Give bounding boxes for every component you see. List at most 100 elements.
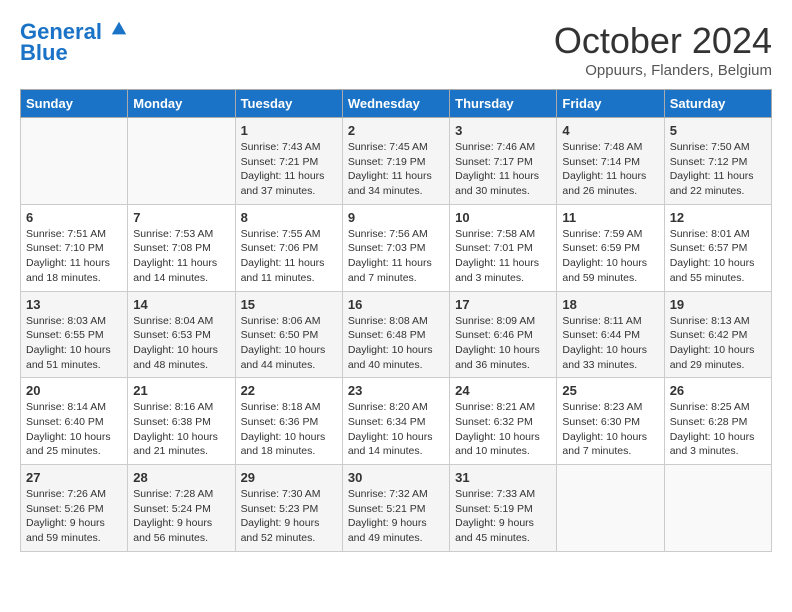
day-info: Sunrise: 7:51 AM Sunset: 7:10 PM Dayligh… <box>26 227 122 286</box>
day-number: 6 <box>26 210 122 225</box>
calendar-cell: 2 Sunrise: 7:45 AM Sunset: 7:19 PM Daylig… <box>342 118 449 205</box>
calendar-cell: 14 Sunrise: 8:04 AM Sunset: 6:53 PM Dayli… <box>128 291 235 378</box>
day-number: 20 <box>26 383 122 398</box>
day-info: Sunrise: 7:55 AM Sunset: 7:06 PM Dayligh… <box>241 227 337 286</box>
calendar-cell: 6 Sunrise: 7:51 AM Sunset: 7:10 PM Daylig… <box>21 204 128 291</box>
day-number: 8 <box>241 210 337 225</box>
day-info: Sunrise: 8:23 AM Sunset: 6:30 PM Dayligh… <box>562 400 658 459</box>
day-number: 13 <box>26 297 122 312</box>
day-info: Sunrise: 8:06 AM Sunset: 6:50 PM Dayligh… <box>241 314 337 373</box>
day-number: 27 <box>26 470 122 485</box>
day-number: 23 <box>348 383 444 398</box>
day-number: 22 <box>241 383 337 398</box>
day-number: 3 <box>455 123 551 138</box>
calendar-cell: 27 Sunrise: 7:26 AM Sunset: 5:26 PM Dayli… <box>21 465 128 552</box>
calendar-cell: 7Sunrise: 7:53 AM Sunset: 7:08 PM Daylig… <box>128 204 235 291</box>
calendar-week-row: 6 Sunrise: 7:51 AM Sunset: 7:10 PM Daylig… <box>21 204 772 291</box>
day-number: 9 <box>348 210 444 225</box>
day-info: Sunrise: 7:58 AM Sunset: 7:01 PM Dayligh… <box>455 227 551 286</box>
calendar-cell: 23 Sunrise: 8:20 AM Sunset: 6:34 PM Dayli… <box>342 378 449 465</box>
calendar-cell: 8 Sunrise: 7:55 AM Sunset: 7:06 PM Daylig… <box>235 204 342 291</box>
calendar-cell: 28Sunrise: 7:28 AM Sunset: 5:24 PM Dayli… <box>128 465 235 552</box>
day-info: Sunrise: 7:50 AM Sunset: 7:12 PM Dayligh… <box>670 140 766 199</box>
day-number: 24 <box>455 383 551 398</box>
weekday-header-cell: Thursday <box>450 90 557 118</box>
day-info: Sunrise: 8:01 AM Sunset: 6:57 PM Dayligh… <box>670 227 766 286</box>
day-info: Sunrise: 7:32 AM Sunset: 5:21 PM Dayligh… <box>348 487 444 546</box>
calendar-week-row: 20 Sunrise: 8:14 AM Sunset: 6:40 PM Dayli… <box>21 378 772 465</box>
month-title: October 2024 <box>554 20 772 62</box>
day-number: 26 <box>670 383 766 398</box>
day-number: 17 <box>455 297 551 312</box>
day-info: Sunrise: 8:08 AM Sunset: 6:48 PM Dayligh… <box>348 314 444 373</box>
day-number: 15 <box>241 297 337 312</box>
title-block: October 2024 Oppuurs, Flanders, Belgium <box>554 20 772 79</box>
day-info: Sunrise: 7:48 AM Sunset: 7:14 PM Dayligh… <box>562 140 658 199</box>
day-info: Sunrise: 7:56 AM Sunset: 7:03 PM Dayligh… <box>348 227 444 286</box>
day-info: Sunrise: 7:45 AM Sunset: 7:19 PM Dayligh… <box>348 140 444 199</box>
calendar-cell: 12 Sunrise: 8:01 AM Sunset: 6:57 PM Dayli… <box>664 204 771 291</box>
day-number: 29 <box>241 470 337 485</box>
calendar-cell: 22 Sunrise: 8:18 AM Sunset: 6:36 PM Dayli… <box>235 378 342 465</box>
calendar-cell <box>557 465 664 552</box>
day-info: Sunrise: 7:33 AM Sunset: 5:19 PM Dayligh… <box>455 487 551 546</box>
day-info: Sunrise: 8:11 AM Sunset: 6:44 PM Dayligh… <box>562 314 658 373</box>
day-info: Sunrise: 8:14 AM Sunset: 6:40 PM Dayligh… <box>26 400 122 459</box>
day-info: Sunrise: 8:13 AM Sunset: 6:42 PM Dayligh… <box>670 314 766 373</box>
calendar-cell: 21 Sunrise: 8:16 AM Sunset: 6:38 PM Dayli… <box>128 378 235 465</box>
calendar-table: SundayMondayTuesdayWednesdayThursdayFrid… <box>20 89 772 552</box>
weekday-header-cell: Tuesday <box>235 90 342 118</box>
calendar-cell: 3Sunrise: 7:46 AM Sunset: 7:17 PM Daylig… <box>450 118 557 205</box>
calendar-cell: 24 Sunrise: 8:21 AM Sunset: 6:32 PM Dayli… <box>450 378 557 465</box>
day-number: 30 <box>348 470 444 485</box>
location-subtitle: Oppuurs, Flanders, Belgium <box>554 62 772 79</box>
day-number: 2 <box>348 123 444 138</box>
calendar-cell: 16 Sunrise: 8:08 AM Sunset: 6:48 PM Dayli… <box>342 291 449 378</box>
calendar-cell: 10Sunrise: 7:58 AM Sunset: 7:01 PM Dayli… <box>450 204 557 291</box>
weekday-header-cell: Saturday <box>664 90 771 118</box>
day-number: 1 <box>241 123 337 138</box>
calendar-cell: 30 Sunrise: 7:32 AM Sunset: 5:21 PM Dayli… <box>342 465 449 552</box>
day-info: Sunrise: 8:20 AM Sunset: 6:34 PM Dayligh… <box>348 400 444 459</box>
calendar-cell: 18 Sunrise: 8:11 AM Sunset: 6:44 PM Dayli… <box>557 291 664 378</box>
day-number: 18 <box>562 297 658 312</box>
calendar-week-row: 27 Sunrise: 7:26 AM Sunset: 5:26 PM Dayli… <box>21 465 772 552</box>
day-info: Sunrise: 7:26 AM Sunset: 5:26 PM Dayligh… <box>26 487 122 546</box>
calendar-body: 1 Sunrise: 7:43 AM Sunset: 7:21 PM Daylig… <box>21 118 772 552</box>
calendar-cell: 20 Sunrise: 8:14 AM Sunset: 6:40 PM Dayli… <box>21 378 128 465</box>
day-info: Sunrise: 7:53 AM Sunset: 7:08 PM Dayligh… <box>133 227 229 286</box>
day-number: 21 <box>133 383 229 398</box>
day-info: Sunrise: 8:04 AM Sunset: 6:53 PM Dayligh… <box>133 314 229 373</box>
day-number: 31 <box>455 470 551 485</box>
calendar-cell: 4 Sunrise: 7:48 AM Sunset: 7:14 PM Daylig… <box>557 118 664 205</box>
calendar-cell: 25Sunrise: 8:23 AM Sunset: 6:30 PM Dayli… <box>557 378 664 465</box>
day-number: 14 <box>133 297 229 312</box>
day-info: Sunrise: 8:25 AM Sunset: 6:28 PM Dayligh… <box>670 400 766 459</box>
calendar-cell: 11Sunrise: 7:59 AM Sunset: 6:59 PM Dayli… <box>557 204 664 291</box>
day-number: 4 <box>562 123 658 138</box>
day-info: Sunrise: 7:43 AM Sunset: 7:21 PM Dayligh… <box>241 140 337 199</box>
day-number: 16 <box>348 297 444 312</box>
calendar-cell: 1 Sunrise: 7:43 AM Sunset: 7:21 PM Daylig… <box>235 118 342 205</box>
weekday-header-cell: Sunday <box>21 90 128 118</box>
calendar-cell <box>664 465 771 552</box>
calendar-week-row: 1 Sunrise: 7:43 AM Sunset: 7:21 PM Daylig… <box>21 118 772 205</box>
day-info: Sunrise: 8:18 AM Sunset: 6:36 PM Dayligh… <box>241 400 337 459</box>
day-info: Sunrise: 8:03 AM Sunset: 6:55 PM Dayligh… <box>26 314 122 373</box>
day-info: Sunrise: 8:21 AM Sunset: 6:32 PM Dayligh… <box>455 400 551 459</box>
calendar-week-row: 13 Sunrise: 8:03 AM Sunset: 6:55 PM Dayli… <box>21 291 772 378</box>
day-number: 12 <box>670 210 766 225</box>
day-number: 11 <box>562 210 658 225</box>
calendar-cell: 31 Sunrise: 7:33 AM Sunset: 5:19 PM Dayli… <box>450 465 557 552</box>
day-info: Sunrise: 8:16 AM Sunset: 6:38 PM Dayligh… <box>133 400 229 459</box>
day-number: 19 <box>670 297 766 312</box>
calendar-cell: 26 Sunrise: 8:25 AM Sunset: 6:28 PM Dayli… <box>664 378 771 465</box>
calendar-cell: 9 Sunrise: 7:56 AM Sunset: 7:03 PM Daylig… <box>342 204 449 291</box>
day-number: 5 <box>670 123 766 138</box>
weekday-header-cell: Wednesday <box>342 90 449 118</box>
weekday-header-cell: Monday <box>128 90 235 118</box>
calendar-cell: 29 Sunrise: 7:30 AM Sunset: 5:23 PM Dayli… <box>235 465 342 552</box>
day-info: Sunrise: 7:30 AM Sunset: 5:23 PM Dayligh… <box>241 487 337 546</box>
day-info: Sunrise: 7:28 AM Sunset: 5:24 PM Dayligh… <box>133 487 229 546</box>
calendar-cell: 13 Sunrise: 8:03 AM Sunset: 6:55 PM Dayli… <box>21 291 128 378</box>
